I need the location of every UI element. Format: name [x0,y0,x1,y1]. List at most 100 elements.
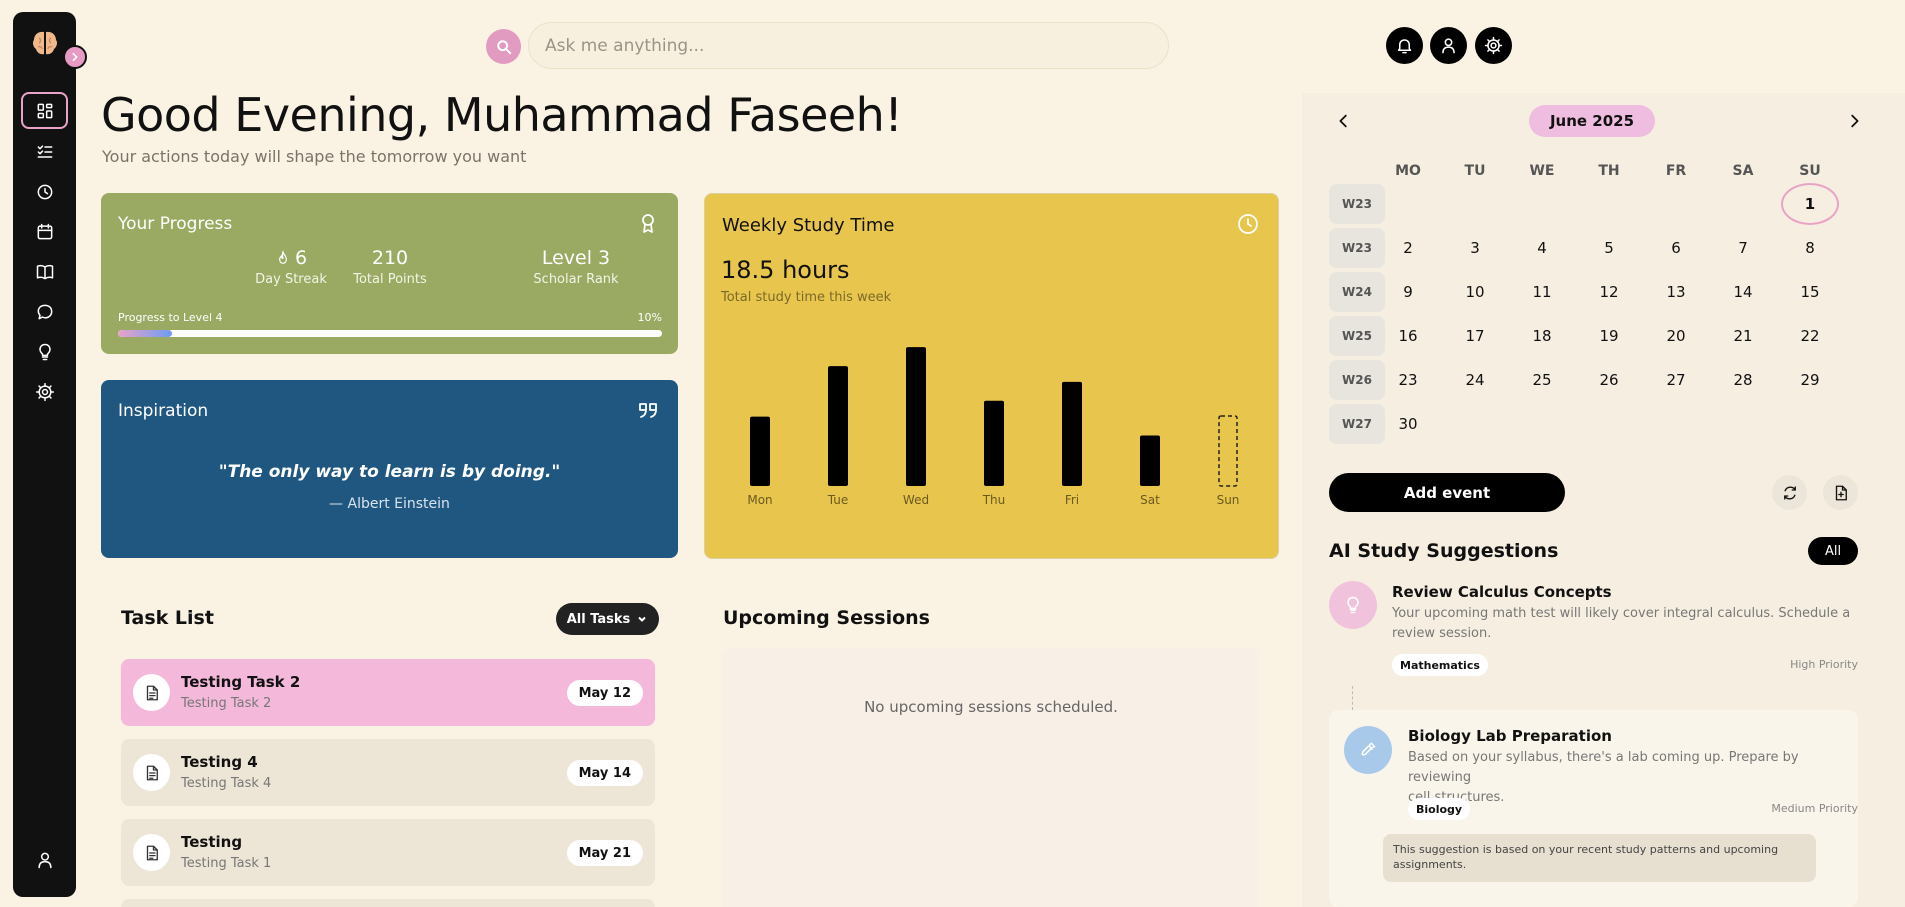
task-item[interactable]: Testing Testing Task 1 May 21 [121,819,655,886]
bell-icon [1397,39,1412,54]
calendar-day[interactable]: 19 [1589,316,1629,356]
current-month[interactable]: June 2025 [1529,105,1655,137]
task-filter-dropdown[interactable]: All Tasks [556,603,659,635]
calendar-day[interactable]: 7 [1723,228,1763,268]
stat-value: Level 3 [541,247,611,269]
chart-bar-thu [984,400,1004,486]
weekly-study-card: Mon Tue Wed Thu Fri Sat Sun Weekly Study Time … [704,193,1279,559]
previous-month-button[interactable] [1332,109,1356,133]
weekday-header: TH [1598,163,1620,179]
lightbulb-icon [1329,581,1377,629]
calendar-day[interactable]: 30 [1388,404,1428,444]
add-file-button[interactable] [1823,475,1858,510]
expand-sidebar-button[interactable] [63,45,87,69]
nav-settings[interactable] [21,373,68,410]
settings-button[interactable] [1475,27,1512,64]
week-number[interactable]: W23 [1329,184,1385,224]
suggestions-filter-all[interactable]: All [1808,537,1858,565]
nav-timer[interactable] [21,173,68,210]
award-icon [636,211,660,235]
calendar-day[interactable]: 26 [1589,360,1629,400]
brain-logo-icon[interactable] [30,28,60,58]
calendar-day[interactable]: 18 [1522,316,1562,356]
week-number[interactable]: W25 [1329,316,1385,356]
ai-suggestions-title: AI Study Suggestions [1329,540,1559,562]
inspiration-author: — Albert Einstein [329,496,450,512]
week-number[interactable]: W27 [1329,404,1385,444]
calendar-day[interactable]: 21 [1723,316,1763,356]
week-number[interactable]: W23 [1329,228,1385,268]
calendar-day[interactable]: 28 [1723,360,1763,400]
suggestion-title[interactable]: Review Calculus Concepts [1392,583,1612,601]
calendar-day[interactable]: 11 [1522,272,1562,312]
calendar-day[interactable]: 15 [1790,272,1830,312]
sync-button[interactable] [1772,475,1807,510]
user-icon [1442,38,1455,54]
chart-x-tick-label: Wed [903,493,929,507]
progress-bar-percent: 10% [637,311,662,324]
task-due-date: May 14 [566,760,643,786]
calendar-day[interactable]: 24 [1455,360,1495,400]
calendar-day[interactable]: 17 [1455,316,1495,356]
search-input[interactable] [528,22,1169,69]
nav-dashboard[interactable] [21,92,68,129]
calendar-day[interactable]: 6 [1656,228,1696,268]
calendar-day[interactable]: 20 [1656,316,1696,356]
task-list-title: Task List [121,607,214,629]
calendar-day[interactable]: 14 [1723,272,1763,312]
nav-ideas[interactable] [21,333,68,370]
calendar-day[interactable]: 29 [1790,360,1830,400]
stat-label: Total Points [353,272,427,287]
right-panel: June 2025 MO TU WE TH FR SA SU W23 1 W23 2 3 4 5 6 7 8 W2… [1302,93,1905,907]
profile-button[interactable] [1430,27,1467,64]
nav-chat[interactable] [21,293,68,330]
calendar-day[interactable]: 4 [1522,228,1562,268]
gear-icon [1484,36,1503,55]
notifications-button[interactable] [1386,27,1423,64]
week-number[interactable]: W26 [1329,360,1385,400]
chart-x-tick-label: Sat [1140,493,1160,507]
calendar-day[interactable]: 3 [1455,228,1495,268]
nav-tasks[interactable] [21,133,68,170]
chart-x-tick-label: Tue [827,493,849,507]
calendar-day[interactable]: 25 [1522,360,1562,400]
nav-profile[interactable] [21,841,68,878]
week-number[interactable]: W24 [1329,272,1385,312]
suggestion-title[interactable]: Biology Lab Preparation [1408,727,1612,745]
calendar-day[interactable]: 1 [1781,183,1839,225]
chart-bar-wed [906,347,926,486]
calendar-day[interactable]: 22 [1790,316,1830,356]
calendar-day[interactable]: 8 [1790,228,1830,268]
stat-total-points: 210 Total Points [300,247,480,287]
chevron-down-icon [638,616,647,622]
suggestion-description: Based on your syllabus, there's a lab co… [1408,750,1799,805]
calendar-day[interactable]: 23 [1388,360,1428,400]
subject-tag: Biology [1408,798,1471,820]
task-due-date: May 12 [566,680,643,706]
calendar-day[interactable]: 2 [1388,228,1428,268]
calendar-day[interactable]: 9 [1388,272,1428,312]
calendar-day[interactable]: 12 [1589,272,1629,312]
nav-calendar[interactable] [21,213,68,250]
task-item[interactable]: Testing 4 Testing Task 4 May 14 [121,739,655,806]
progress-bar-label: Progress to Level 4 [118,311,223,324]
nav-library[interactable] [21,253,68,290]
task-subtitle: Testing Task 1 [181,856,272,871]
add-event-button[interactable]: Add event [1329,473,1565,512]
task-item[interactable] [121,899,655,907]
calendar-day[interactable]: 27 [1656,360,1696,400]
calendar-day[interactable]: 16 [1388,316,1428,356]
weekly-study-title: Weekly Study Time [722,215,895,236]
calendar-day[interactable]: 5 [1589,228,1629,268]
task-item[interactable]: Testing Task 2 Testing Task 2 May 12 [121,659,655,726]
gear-icon [35,382,54,401]
search-button[interactable] [486,29,521,64]
checklist-icon [37,144,52,158]
level-progress-fill [118,330,173,337]
page-title: Good Evening, Muhammad Faseeh! [101,88,903,142]
calendar-day[interactable]: 10 [1455,272,1495,312]
refresh-icon [1783,485,1796,500]
chart-bar-fri [1062,381,1082,486]
calendar-day[interactable]: 13 [1656,272,1696,312]
next-month-button[interactable] [1842,109,1866,133]
